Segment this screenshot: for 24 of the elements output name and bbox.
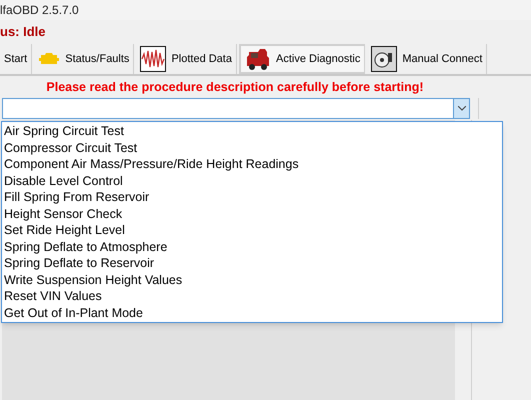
procedure-option[interactable]: Disable Level Control	[2, 172, 502, 189]
procedure-option[interactable]: Air Spring Circuit Test	[2, 123, 502, 140]
procedure-option[interactable]: Fill Spring From Reservoir	[2, 189, 502, 206]
toolbar-tab[interactable]: Plotted Data	[136, 44, 237, 74]
procedure-combobox[interactable]	[2, 98, 470, 119]
procedure-option[interactable]: Component Air Mass/Pressure/Ride Height Readings	[2, 156, 502, 172]
procedure-option[interactable]: Compressor Circuit Test	[2, 140, 502, 156]
engine-warning-icon	[38, 52, 60, 66]
status-text: us: Idle	[0, 23, 46, 42]
procedure-option[interactable]: Reset VIN Values	[2, 288, 502, 304]
toolbar-tab[interactable]: Status/Faults	[34, 44, 134, 74]
procedure-option[interactable]: Get Out of In-Plant Mode	[2, 304, 502, 321]
toolbar-tab[interactable]: Start	[0, 44, 32, 74]
warning-text: Please read the procedure description carefully before starting!	[46, 78, 424, 96]
procedure-option[interactable]: Spring Deflate to Reservoir	[2, 255, 502, 272]
waveform-icon	[140, 46, 166, 72]
car-icon	[244, 46, 271, 72]
toolbar-tab[interactable]: Manual Connect	[367, 44, 488, 74]
procedure-option[interactable]: Write Suspension Height Values	[2, 272, 502, 288]
procedure-option[interactable]: Set Ride Height Level	[2, 222, 502, 238]
toolbar-tab[interactable]: Active Diagnostic	[238, 44, 366, 74]
procedure-option[interactable]: Spring Deflate to Atmosphere	[2, 238, 502, 255]
procedure-option[interactable]: Height Sensor Check	[2, 206, 502, 222]
window-title: lfaOBD 2.5.7.0	[0, 2, 79, 19]
